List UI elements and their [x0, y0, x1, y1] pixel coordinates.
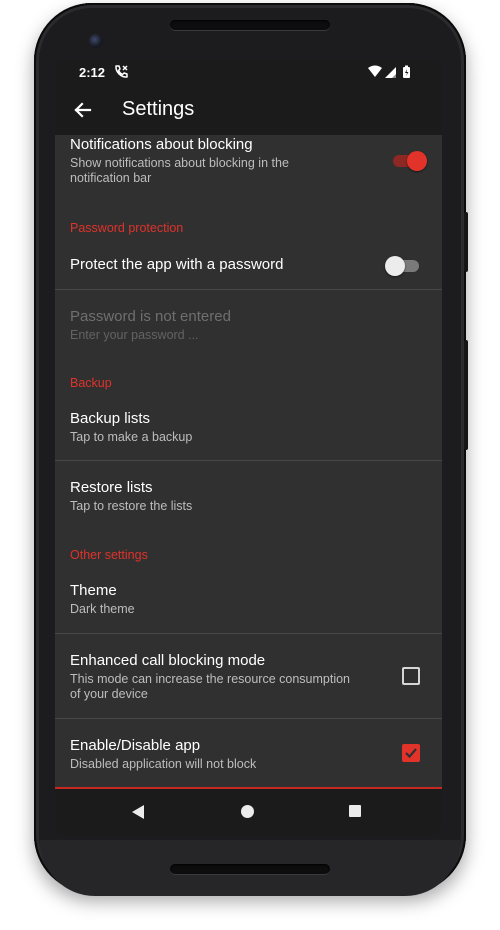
volume-button — [464, 340, 468, 450]
setting-protect-password[interactable]: Protect the app with a password — [55, 239, 442, 289]
setting-subtitle: Enter your password ... — [70, 328, 199, 342]
setting-title: Backup lists — [70, 410, 151, 427]
setting-notifications[interactable]: Notifications about blocking Show notifi… — [55, 135, 442, 195]
setting-title: Protect the app with a password — [70, 256, 284, 273]
setting-title: Enhanced call blocking mode — [70, 652, 266, 669]
call-blocking-status-icon — [113, 64, 129, 80]
setting-title: Restore lists — [70, 479, 153, 496]
setting-subtitle-line2: of your device — [70, 687, 148, 701]
setting-title: Enable/Disable app — [70, 737, 201, 754]
setting-subtitle-line2: notification bar — [70, 171, 152, 185]
status-time: 2:12 — [79, 65, 106, 80]
setting-enable-app[interactable]: Enable/Disable app Disabled application … — [55, 719, 442, 787]
bottom-speaker — [170, 864, 330, 874]
setting-subtitle: Dark theme — [70, 602, 135, 616]
section-header-password: Password protection — [70, 221, 184, 235]
battery-icon — [403, 65, 410, 78]
setting-restore-lists[interactable]: Restore lists Tap to restore the lists — [55, 461, 442, 529]
notifications-toggle[interactable] — [391, 151, 427, 171]
signal-icon — [385, 67, 396, 78]
enhanced-mode-checkbox[interactable] — [402, 667, 420, 685]
setting-password-entry: Password is not entered Enter your passw… — [55, 290, 442, 350]
app-bar: Settings — [55, 85, 442, 135]
setting-subtitle: This mode can increase the resource cons… — [70, 672, 351, 686]
wifi-icon — [368, 65, 382, 77]
phone-screen: 2:12 Settings Notifications about blocki… — [55, 59, 442, 835]
back-button[interactable] — [69, 96, 97, 124]
setting-subtitle: Tap to restore the lists — [70, 499, 193, 513]
setting-subtitle: Show notifications about blocking in the — [70, 156, 289, 170]
status-icons — [368, 65, 418, 79]
setting-title: Notifications about blocking — [70, 136, 253, 153]
top-speaker — [170, 20, 330, 30]
enable-app-checkbox[interactable] — [402, 744, 420, 762]
settings-list[interactable]: Notifications about blocking Show notifi… — [55, 135, 442, 787]
triangle-back-icon[interactable] — [131, 804, 145, 825]
setting-title: Password is not entered — [70, 308, 231, 325]
status-bar: 2:12 — [55, 59, 442, 85]
setting-theme[interactable]: Theme Dark theme — [55, 565, 442, 633]
front-camera — [89, 34, 103, 48]
page-title: Settings — [122, 98, 195, 120]
power-button — [464, 212, 468, 272]
setting-backup-lists[interactable]: Backup lists Tap to make a backup — [55, 393, 442, 460]
circle-home-icon[interactable] — [241, 805, 254, 818]
arrow-left-icon — [69, 102, 97, 128]
setting-subtitle: Tap to make a backup — [70, 430, 193, 444]
section-header-other: Other settings — [70, 548, 148, 562]
navigation-bar — [55, 789, 442, 835]
square-recents-icon[interactable] — [349, 805, 361, 817]
setting-subtitle: Disabled application will not block — [70, 757, 257, 771]
password-protection-toggle[interactable] — [385, 256, 421, 276]
setting-title: Theme — [70, 582, 117, 599]
section-header-backup: Backup — [70, 376, 112, 390]
setting-enhanced-mode[interactable]: Enhanced call blocking mode This mode ca… — [55, 634, 442, 718]
